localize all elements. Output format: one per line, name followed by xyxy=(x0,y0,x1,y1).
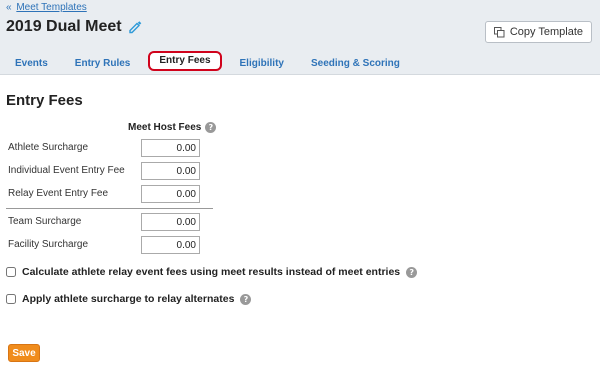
relay-event-entry-fee-input[interactable] xyxy=(141,185,200,203)
tab-events[interactable]: Events xyxy=(6,53,57,75)
option-relay-fees-by-results: Calculate athlete relay event fees using… xyxy=(6,266,418,278)
page-title-text: 2019 Dual Meet xyxy=(6,18,122,35)
help-icon[interactable]: ? xyxy=(205,122,217,133)
fee-label: Relay Event Entry Fee xyxy=(8,188,109,199)
copy-template-button[interactable]: Copy Template xyxy=(484,21,592,43)
breadcrumb-link-meet-templates[interactable]: Meet Templates xyxy=(16,2,86,13)
option-label: Calculate athlete relay event fees using… xyxy=(22,266,401,278)
fees-divider xyxy=(6,208,213,209)
meet-host-fees-label: Meet Host Fees xyxy=(128,122,202,133)
pencil-icon[interactable] xyxy=(128,20,142,34)
breadcrumb: « Meet Templates xyxy=(6,2,87,13)
page-header: « Meet Templates 2019 Dual Meet Copy Tem… xyxy=(0,0,600,75)
fee-label: Team Surcharge xyxy=(8,216,82,227)
fee-row-team-surcharge: Team Surcharge xyxy=(0,213,220,233)
breadcrumb-separator: « xyxy=(6,2,12,13)
fee-row-facility-surcharge: Facility Surcharge xyxy=(0,236,220,256)
team-surcharge-input[interactable] xyxy=(141,213,200,231)
page-title: 2019 Dual Meet xyxy=(6,18,142,36)
copy-icon xyxy=(493,26,505,38)
option-label: Apply athlete surcharge to relay alterna… xyxy=(22,293,235,305)
relay-fees-by-results-checkbox[interactable] xyxy=(6,267,16,277)
individual-event-entry-fee-input[interactable] xyxy=(141,162,200,180)
copy-template-label: Copy Template xyxy=(509,26,583,38)
fee-label: Athlete Surcharge xyxy=(8,142,89,153)
fee-row-athlete-surcharge: Athlete Surcharge xyxy=(0,139,220,159)
fee-row-individual-event-entry-fee: Individual Event Entry Fee xyxy=(0,162,220,182)
section-title: Entry Fees xyxy=(6,92,83,109)
help-icon[interactable]: ? xyxy=(406,266,418,278)
fee-label: Individual Event Entry Fee xyxy=(8,165,125,176)
fee-row-relay-event-entry-fee: Relay Event Entry Fee xyxy=(0,185,220,205)
meet-host-fees-header: Meet Host Fees ? xyxy=(128,122,217,133)
tab-bar: Events Entry Rules Entry Fees Eligibilit… xyxy=(0,50,600,75)
athlete-surcharge-input[interactable] xyxy=(141,139,200,157)
tab-seeding-scoring[interactable]: Seeding & Scoring xyxy=(302,53,409,75)
fee-label: Facility Surcharge xyxy=(8,239,89,250)
facility-surcharge-input[interactable] xyxy=(141,236,200,254)
tab-eligibility[interactable]: Eligibility xyxy=(231,53,293,75)
surcharge-relay-alternates-checkbox[interactable] xyxy=(6,294,16,304)
option-surcharge-relay-alternates: Apply athlete surcharge to relay alterna… xyxy=(6,293,252,305)
save-button[interactable]: Save xyxy=(8,344,40,362)
help-icon[interactable]: ? xyxy=(240,293,252,305)
tab-entry-rules[interactable]: Entry Rules xyxy=(66,53,140,75)
tab-entry-fees[interactable]: Entry Fees xyxy=(148,51,222,71)
